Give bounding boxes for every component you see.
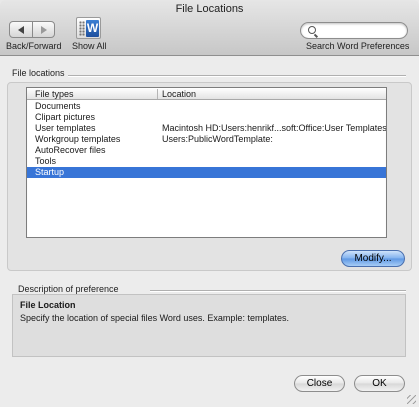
forward-button[interactable] [32,22,54,37]
file-type-cell: Startup [35,167,65,177]
column-header-file-types[interactable]: File types [35,89,74,99]
preferences-window: File Locations Back/Forward W Show All S… [0,0,419,407]
search-field[interactable] [300,22,408,39]
file-type-cell: Documents [35,101,81,111]
search-icon [308,26,316,34]
file-locations-table[interactable]: File types Location Documents Clipart pi… [26,87,387,238]
forward-arrow-icon [40,25,47,34]
file-locations-group-label: File locations [12,68,65,78]
resize-grip-icon[interactable] [407,395,416,404]
back-forward-label: Back/Forward [6,41,62,51]
file-type-cell: Clipart pictures [35,112,96,122]
description-group-label: Description of preference [18,284,119,294]
ok-button[interactable]: OK [354,375,405,392]
table-row[interactable]: Workgroup templates Users:PublicWordTemp… [27,134,386,145]
description-title: File Location [20,300,76,310]
group-divider [68,75,406,76]
location-cell: Users:PublicWordTemplate: [162,134,273,144]
column-separator [157,89,158,99]
description-text: Specify the location of special files Wo… [20,313,289,323]
search-input[interactable] [319,24,403,37]
show-all-button[interactable]: W [76,17,101,39]
table-row[interactable]: Tools [27,156,386,167]
grid-dots-icon [79,21,85,36]
group-divider [150,290,406,291]
search-label: Search Word Preferences [306,41,410,51]
file-type-cell: AutoRecover files [35,145,106,155]
file-type-cell: User templates [35,123,96,133]
table-header: File types Location [27,88,386,100]
back-forward-control [9,21,55,38]
back-button[interactable] [10,22,32,37]
back-arrow-icon [18,25,24,34]
table-row[interactable]: User templates Macintosh HD:Users:henrik… [27,123,386,134]
column-header-location[interactable]: Location [162,89,196,99]
table-row[interactable]: AutoRecover files [27,145,386,156]
show-all-label: Show All [72,41,107,51]
close-button[interactable]: Close [294,375,345,392]
word-app-icon: W [86,20,99,37]
toolbar: File Locations Back/Forward W Show All S… [0,0,419,56]
window-title: File Locations [175,3,244,15]
description-box: File Location Specify the location of sp… [12,294,406,357]
file-type-cell: Tools [35,156,57,166]
modify-button[interactable]: Modify... [341,250,405,267]
table-row[interactable]: Startup [27,167,386,178]
table-row[interactable]: Documents [27,101,386,112]
table-row[interactable]: Clipart pictures [27,112,386,123]
location-cell: Macintosh HD:Users:henrikf...soft:Office… [162,123,387,133]
file-type-cell: Workgroup templates [35,134,121,144]
